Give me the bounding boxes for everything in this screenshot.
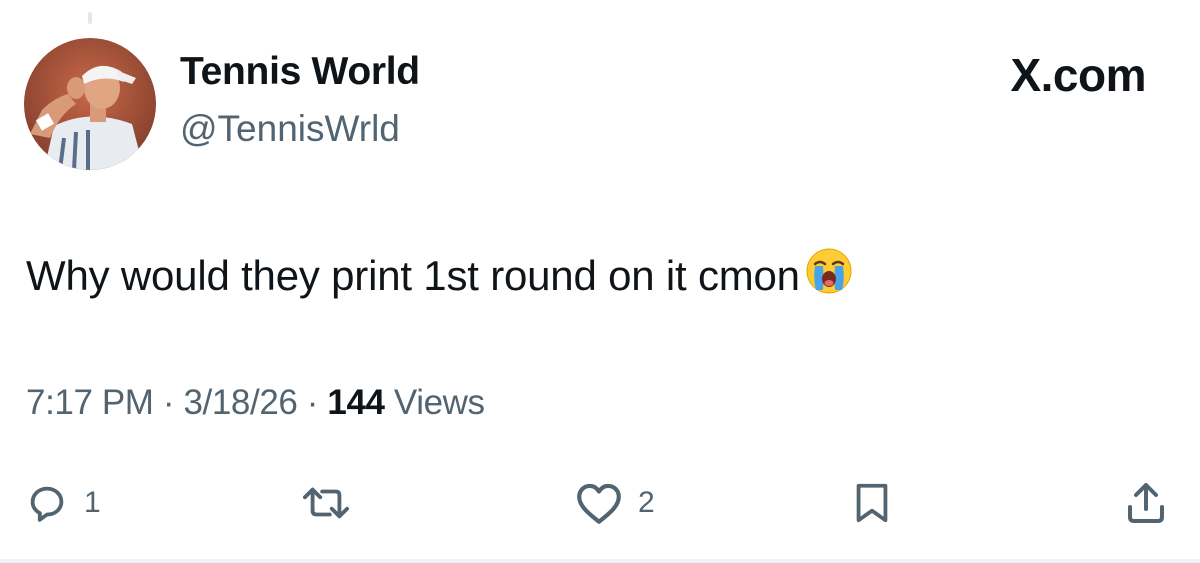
- author-name[interactable]: Tennis World: [180, 50, 420, 94]
- action-bar: 1 2: [0, 478, 1200, 528]
- divider: [0, 559, 1200, 563]
- bookmark-button[interactable]: [850, 478, 894, 528]
- views-count: 144: [327, 383, 385, 422]
- views-label: Views: [393, 383, 485, 422]
- retweet-icon: [303, 487, 350, 519]
- meta-separator: ·: [306, 383, 319, 422]
- reply-button[interactable]: 1: [24, 478, 101, 528]
- reply-count: 1: [84, 486, 101, 519]
- tweet-body: Why would they print 1st round on it cmo…: [26, 246, 854, 306]
- like-button[interactable]: 2: [574, 478, 655, 528]
- like-count: 2: [638, 486, 655, 519]
- tweet-time[interactable]: 7:17 PM: [26, 383, 154, 422]
- retweet-button[interactable]: [298, 478, 354, 528]
- share-button[interactable]: [1122, 478, 1170, 528]
- avatar[interactable]: [24, 38, 156, 170]
- tweet-text: Why would they print 1st round on it cmo…: [26, 252, 800, 299]
- bookmark-icon: [856, 483, 888, 523]
- tweet-date[interactable]: 3/18/26: [183, 383, 297, 422]
- author-handle[interactable]: @TennisWrld: [180, 108, 400, 150]
- heart-icon: [577, 483, 621, 524]
- brand-label: X.com: [1010, 49, 1146, 101]
- meta-separator: ·: [162, 383, 175, 422]
- top-indicator: [88, 12, 92, 24]
- avatar-image: [24, 38, 156, 170]
- reply-icon: [30, 486, 64, 522]
- loudly-crying-face-icon: [804, 246, 854, 306]
- tweet-meta: 7:17 PM · 3/18/26 · 144 Views: [26, 383, 485, 423]
- share-icon: [1128, 483, 1164, 523]
